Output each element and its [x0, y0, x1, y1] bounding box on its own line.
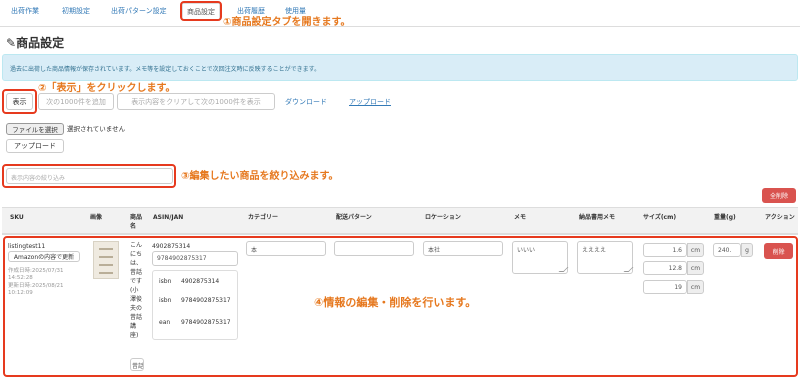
col-delivery: 配送パターン — [336, 214, 372, 221]
tab-shipping-pattern[interactable]: 出荷パターン設定 — [111, 6, 167, 16]
col-action: アクション — [765, 214, 795, 221]
page-title: ✎商品設定 — [6, 36, 65, 50]
annotation-4: ④情報の編集・削除を行います。 — [314, 296, 477, 309]
col-name: 商品名 — [130, 214, 143, 230]
highlight-tab — [180, 1, 222, 21]
annotation-3: ③編集したい商品を絞り込みます。 — [181, 171, 339, 182]
col-image: 画像 — [90, 214, 103, 221]
clear-show-button[interactable]: 表示内容をクリアして次の1000件を表示 — [117, 93, 275, 110]
col-memo: メモ — [514, 214, 527, 221]
info-alert: 過去に出荷した商品情報が保存されています。メモ等を設定しておくことで次回注文時に… — [2, 54, 798, 81]
tab-shipping-work[interactable]: 出荷作業 — [11, 6, 39, 16]
col-invoice-memo: 納品書用メモ — [579, 214, 616, 221]
no-file-text: 選択されていません — [67, 125, 126, 133]
add-next-button[interactable]: 次の1000件を追加 — [38, 93, 114, 110]
col-weight: 重量(g) — [714, 214, 736, 221]
highlight-show — [2, 89, 37, 114]
delete-all-button[interactable]: 全削除 — [762, 188, 796, 203]
edit-icon: ✎ — [6, 36, 17, 50]
tab-initial-settings[interactable]: 初期設定 — [62, 6, 90, 16]
col-location: ロケーション — [425, 214, 461, 221]
upload-link[interactable]: アップロード — [349, 97, 391, 107]
col-category: カテゴリー — [248, 214, 279, 221]
nav-tabs: 出荷作業 初期設定 出荷パターン設定 商品設定 出荷履歴 使用量 — [0, 0, 800, 27]
table-header: SKU 画像 商品名 ASIN/JAN カテゴリー 配送パターン ロケーション … — [2, 207, 798, 235]
highlight-filter — [2, 164, 176, 188]
col-sku: SKU — [10, 214, 24, 221]
choose-file-button[interactable]: ファイルを選択 — [6, 123, 64, 135]
download-link[interactable]: ダウンロード — [285, 97, 327, 107]
annotation-1: ①商品設定タブを開きます。 — [223, 17, 351, 28]
col-asin: ASIN/JAN — [153, 214, 184, 221]
col-size: サイズ(cm) — [643, 214, 677, 221]
annotation-2: ②「表示」をクリックします。 — [38, 83, 176, 94]
file-upload-button[interactable]: アップロード — [6, 139, 64, 153]
